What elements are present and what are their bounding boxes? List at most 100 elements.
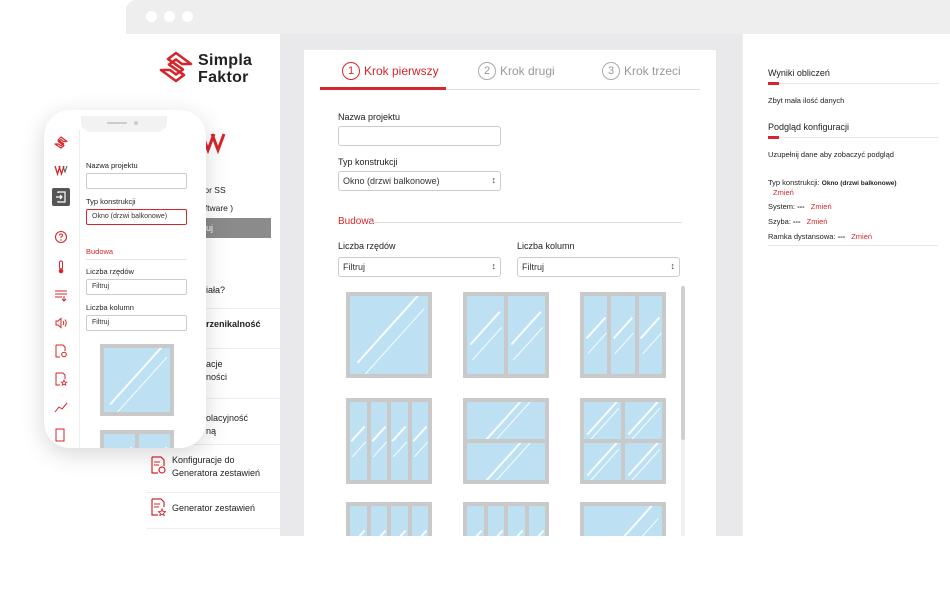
sidebar-partial-text: ności (206, 372, 228, 382)
window-pane (528, 506, 545, 536)
phone-section-title: Budowa (86, 247, 114, 256)
brand-logo-icon[interactable] (54, 136, 68, 150)
system-value: --- (797, 202, 805, 211)
window-pane (625, 402, 662, 439)
partner-logo-icon[interactable] (54, 163, 68, 177)
help-icon[interactable] (54, 230, 68, 244)
tab-step-3[interactable]: 3 Krok trzeci (602, 62, 681, 80)
sidebar-item-set-generator[interactable]: Generator zestawień (146, 494, 280, 526)
section-title: Budowa (338, 216, 375, 227)
window-type-option[interactable] (463, 502, 549, 536)
phone-cols-select[interactable]: Filtruj (86, 315, 187, 331)
step-label: Krok pierwszy (364, 64, 439, 78)
brand-logo[interactable]: Simpla Faktor (158, 50, 278, 94)
divider (146, 492, 280, 493)
document-icon[interactable] (54, 428, 68, 442)
set-generator-icon[interactable] (54, 372, 68, 386)
window-pane (370, 506, 387, 536)
rows-select[interactable]: Filtruj (338, 257, 501, 277)
window-pane (350, 506, 367, 536)
window-pane (411, 402, 428, 480)
window-pane (584, 443, 621, 480)
window-pane (467, 506, 484, 536)
sidebar-partial-text: iała? (206, 285, 226, 295)
system-label: System: (768, 202, 796, 211)
step-number: 3 (602, 62, 620, 80)
window-pane (584, 506, 662, 536)
change-system-link[interactable]: Zmień (811, 202, 832, 211)
rows-label: Liczba rzędów (338, 241, 396, 251)
phone-cols-value: Filtruj (92, 319, 110, 326)
phone-notch (81, 116, 167, 132)
thermometer-icon[interactable] (54, 260, 68, 274)
window-type-option[interactable] (580, 292, 666, 378)
sidebar-partial-text: rzenikalność (206, 319, 261, 329)
phone-window-type-option[interactable] (100, 430, 174, 448)
insulation-icon[interactable] (54, 288, 68, 302)
sidebar-item-config-generator[interactable]: Konfiguracje do Generatora zestawień (146, 450, 280, 490)
divider (200, 398, 280, 399)
window-pane (638, 296, 662, 374)
scrollbar-thumb[interactable] (681, 286, 685, 440)
phone-rows-label: Liczba rzędów (86, 267, 134, 276)
window-pane (411, 506, 428, 536)
window-dot (164, 11, 175, 22)
set-generator-icon (151, 498, 166, 516)
construction-type-value: Okno (drzwi balkonowe) (343, 176, 440, 186)
tab-step-2[interactable]: 2 Krok drugi (478, 62, 555, 80)
window-type-option[interactable] (346, 292, 432, 378)
cols-label: Liczba kolumn (517, 241, 575, 251)
results-text: Zbyt mała ilość danych (768, 96, 845, 105)
construction-type-label: Typ konstrukcji (338, 157, 398, 167)
sidebar-partial-text: acje (206, 359, 223, 369)
step-number: 1 (342, 62, 360, 80)
divider (86, 259, 187, 260)
phone-construction-type-value: Okno (drzwi balkonowe) (92, 213, 168, 220)
phone-construction-type-label: Typ konstrukcji (86, 197, 136, 206)
window-pane (467, 296, 504, 374)
brand-logo-icon (159, 51, 193, 83)
phone-construction-type-select[interactable]: Okno (drzwi balkonowe) (86, 209, 187, 225)
window-type-option[interactable] (580, 502, 666, 536)
accent-bar (768, 136, 779, 139)
change-spacer-link[interactable]: Zmień (851, 232, 872, 241)
cols-select[interactable]: Filtruj (517, 257, 680, 277)
phone-project-name-input[interactable] (86, 173, 187, 189)
divider (372, 222, 682, 223)
spacer-label: Ramka dystansowa: (768, 232, 836, 241)
divider (779, 83, 939, 84)
accent-bar (768, 82, 779, 85)
window-pane (584, 296, 608, 374)
window-type-option[interactable] (580, 398, 666, 484)
window-pane (584, 402, 621, 439)
window-pane (467, 402, 545, 439)
step-tabs: 1 Krok pierwszy 2 Krok drugi 3 Krok trze… (320, 50, 700, 90)
sidebar-item-label: Generator zestawień (172, 503, 256, 513)
window-type-option[interactable] (463, 398, 549, 484)
cols-value: Filtruj (522, 262, 544, 272)
logout-icon[interactable] (52, 188, 70, 206)
construction-type-select[interactable]: Okno (drzwi balkonowe) (338, 171, 501, 191)
active-step-indicator (320, 87, 446, 90)
brand-name-line1: Simpla (198, 52, 253, 69)
glass-label: Szyba: (768, 217, 791, 226)
sidebar-partial-text: olacyjność (206, 413, 249, 423)
window-type-option[interactable] (346, 502, 432, 536)
window-pane (104, 434, 135, 448)
window-type-option[interactable] (346, 398, 432, 484)
phone-cols-label: Liczba kolumn (86, 303, 134, 312)
project-name-input[interactable] (338, 126, 501, 146)
sidebar-button[interactable]: uj (200, 218, 271, 238)
window-type-option[interactable] (463, 292, 549, 378)
step-label: Krok drugi (500, 64, 555, 78)
phone-rows-select[interactable]: Filtruj (86, 279, 187, 295)
tab-step-1[interactable]: 1 Krok pierwszy (342, 62, 439, 80)
change-construction-link[interactable]: Zmień (773, 188, 794, 197)
chart-icon[interactable] (54, 400, 68, 414)
sound-icon[interactable] (54, 316, 68, 330)
config-generator-icon[interactable] (54, 344, 68, 358)
window-pane (508, 296, 545, 374)
main-card: 1 Krok pierwszy 2 Krok drugi 3 Krok trze… (304, 50, 716, 536)
change-glass-link[interactable]: Zmień (807, 217, 828, 226)
phone-window-type-option[interactable] (100, 344, 174, 416)
